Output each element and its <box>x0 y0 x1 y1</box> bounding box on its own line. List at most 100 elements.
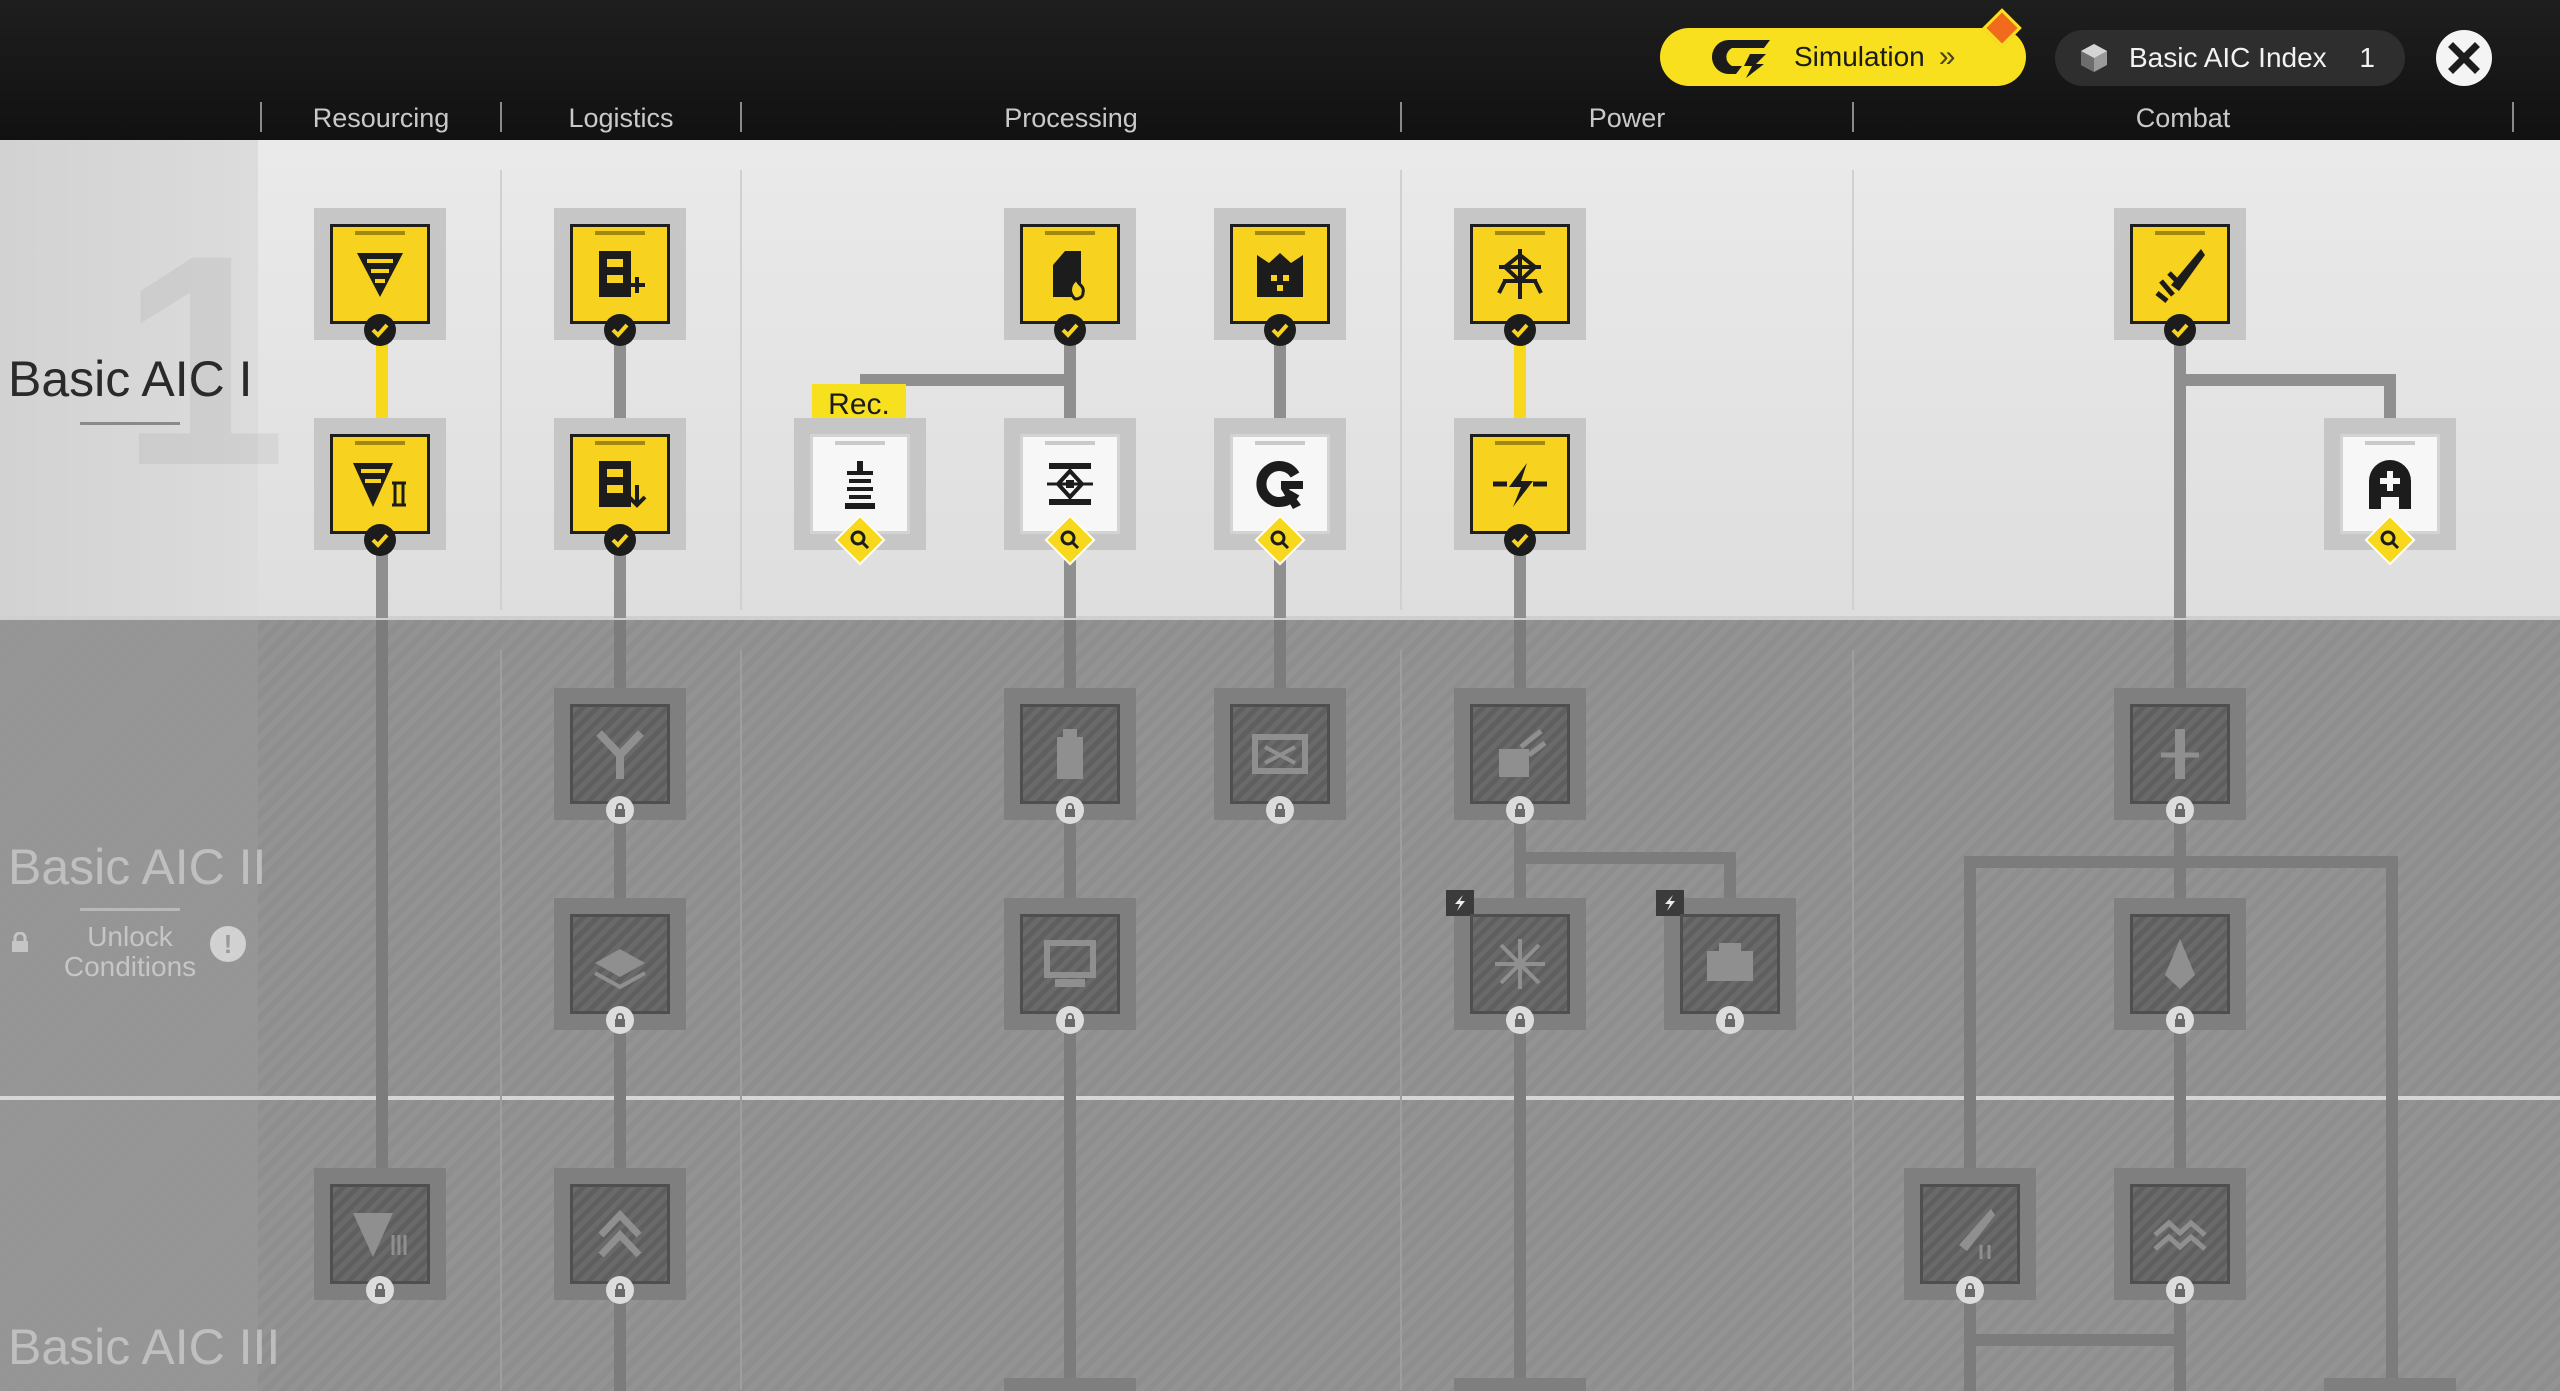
check-icon <box>364 314 396 346</box>
close-button[interactable] <box>2436 30 2492 86</box>
index-label: Basic AIC Index <box>2129 42 2327 73</box>
lock-icon <box>1056 1006 1084 1034</box>
connector <box>376 340 388 420</box>
lock-icon <box>2166 796 2194 824</box>
factory-icon <box>1257 253 1303 297</box>
category-power[interactable]: Power <box>1402 100 1852 136</box>
monitor-icon <box>1044 940 1096 987</box>
index-value: 1 <box>2359 42 2375 73</box>
lock-icon <box>606 1276 634 1304</box>
tech-node-locked[interactable] <box>2114 1168 2246 1304</box>
connector <box>1724 852 1736 900</box>
connector <box>1514 852 1736 864</box>
tech-node-locked[interactable] <box>554 898 686 1034</box>
lock-icon <box>606 796 634 824</box>
double-chevron-right-icon: » <box>1938 40 1956 73</box>
connector <box>614 552 626 618</box>
check-icon <box>2164 314 2196 346</box>
tech-node-gear-claw[interactable] <box>1214 418 1346 566</box>
tech-node-locked[interactable] <box>1214 688 1346 824</box>
category-combat[interactable]: Combat <box>1854 100 2512 136</box>
column-guide <box>1852 170 1854 610</box>
tech-node-medic[interactable] <box>2324 418 2456 566</box>
simulation-label: Simulation <box>1794 41 1925 72</box>
drill-ii-icon <box>353 463 406 507</box>
tech-node-locked[interactable] <box>1004 688 1136 824</box>
column-guide <box>1400 650 1402 1390</box>
simulation-logo-icon <box>1711 39 1770 78</box>
lock-icon <box>1266 796 1294 824</box>
tier-2-underline <box>80 908 180 911</box>
tier-1-underline <box>80 422 180 425</box>
connector <box>2384 374 2396 420</box>
relay-icon <box>1499 729 1547 777</box>
tech-node-power-relay[interactable] <box>1454 418 1586 556</box>
column-guide <box>500 650 502 1390</box>
splitter-icon <box>596 730 644 779</box>
tech-node-refinery[interactable] <box>794 418 926 566</box>
connector <box>2386 856 2398 1391</box>
lock-icon <box>1506 1006 1534 1034</box>
connector <box>376 552 388 618</box>
connector <box>1274 340 1286 420</box>
category-processing[interactable]: Processing <box>742 100 1400 136</box>
column-guide <box>740 170 742 610</box>
connector <box>614 340 626 420</box>
drill-icon <box>357 253 403 297</box>
tech-node-furnace[interactable] <box>1004 208 1136 346</box>
lock-icon <box>366 1276 394 1304</box>
tech-node-locked[interactable] <box>2114 898 2246 1034</box>
column-guide <box>500 170 502 610</box>
power-bolt-icon <box>1656 890 1684 916</box>
check-icon <box>1504 524 1536 556</box>
tier-3-title: Basic AIC III <box>8 1319 281 1375</box>
tech-node-storage[interactable] <box>554 208 686 346</box>
connector <box>1964 856 1976 1391</box>
spread-icon <box>1495 939 1545 989</box>
connector <box>1964 1334 2186 1346</box>
tech-node-factory[interactable] <box>1214 208 1346 346</box>
tech-node-turret[interactable] <box>2114 208 2246 346</box>
power-bolt-icon <box>1493 463 1547 507</box>
lock-icon <box>2166 1006 2194 1034</box>
basic-aic-index[interactable]: Basic AIC Index 1 <box>2055 30 2405 86</box>
tech-node-storage-unload[interactable] <box>554 418 686 556</box>
wave-icon <box>2153 1219 2207 1251</box>
tier-2-title: Basic AIC II <box>8 839 267 895</box>
lock-icon <box>1506 796 1534 824</box>
turret-icon <box>2155 249 2205 303</box>
lock-icon <box>606 1006 634 1034</box>
check-icon <box>1054 314 1086 346</box>
tech-node-locked[interactable] <box>1004 898 1136 1034</box>
column-guide <box>1852 650 1854 1390</box>
assembly-icon <box>1252 734 1308 774</box>
conveyor-up-icon <box>598 1209 642 1258</box>
tech-node-locked[interactable] <box>554 688 686 824</box>
check-icon <box>604 524 636 556</box>
category-resourcing[interactable]: Resourcing <box>262 100 500 136</box>
node-edge <box>1454 1378 1586 1391</box>
layer-icon <box>594 949 646 990</box>
tech-node-locked[interactable] <box>554 1168 686 1304</box>
storage-plus-icon <box>599 251 645 297</box>
category-logistics[interactable]: Logistics <box>502 100 740 136</box>
info-icon[interactable]: ! <box>210 926 246 962</box>
tech-node-locked[interactable] <box>1454 688 1586 824</box>
category-separator <box>2512 102 2514 132</box>
tech-node-crusher[interactable] <box>1004 418 1136 566</box>
lock-icon <box>2166 1276 2194 1304</box>
tech-node-power-pylon[interactable] <box>1454 208 1586 346</box>
simulation-button[interactable]: Simulation » <box>1660 28 2026 86</box>
tech-node-locked[interactable] <box>1656 890 1796 1034</box>
tech-node-locked[interactable] <box>2114 688 2246 824</box>
power-pylon-icon <box>1497 249 1543 299</box>
check-icon <box>1264 314 1296 346</box>
tech-node-locked[interactable] <box>1904 1168 2036 1304</box>
tech-node-locked[interactable] <box>314 1168 446 1304</box>
rocket-ii-icon <box>1959 1209 1995 1259</box>
tech-node-locked[interactable] <box>1446 890 1586 1034</box>
tech-node-drill-ii[interactable] <box>314 418 446 556</box>
node-edge <box>2324 1378 2456 1391</box>
tech-node-drill[interactable] <box>314 208 446 346</box>
connector <box>376 620 388 1171</box>
